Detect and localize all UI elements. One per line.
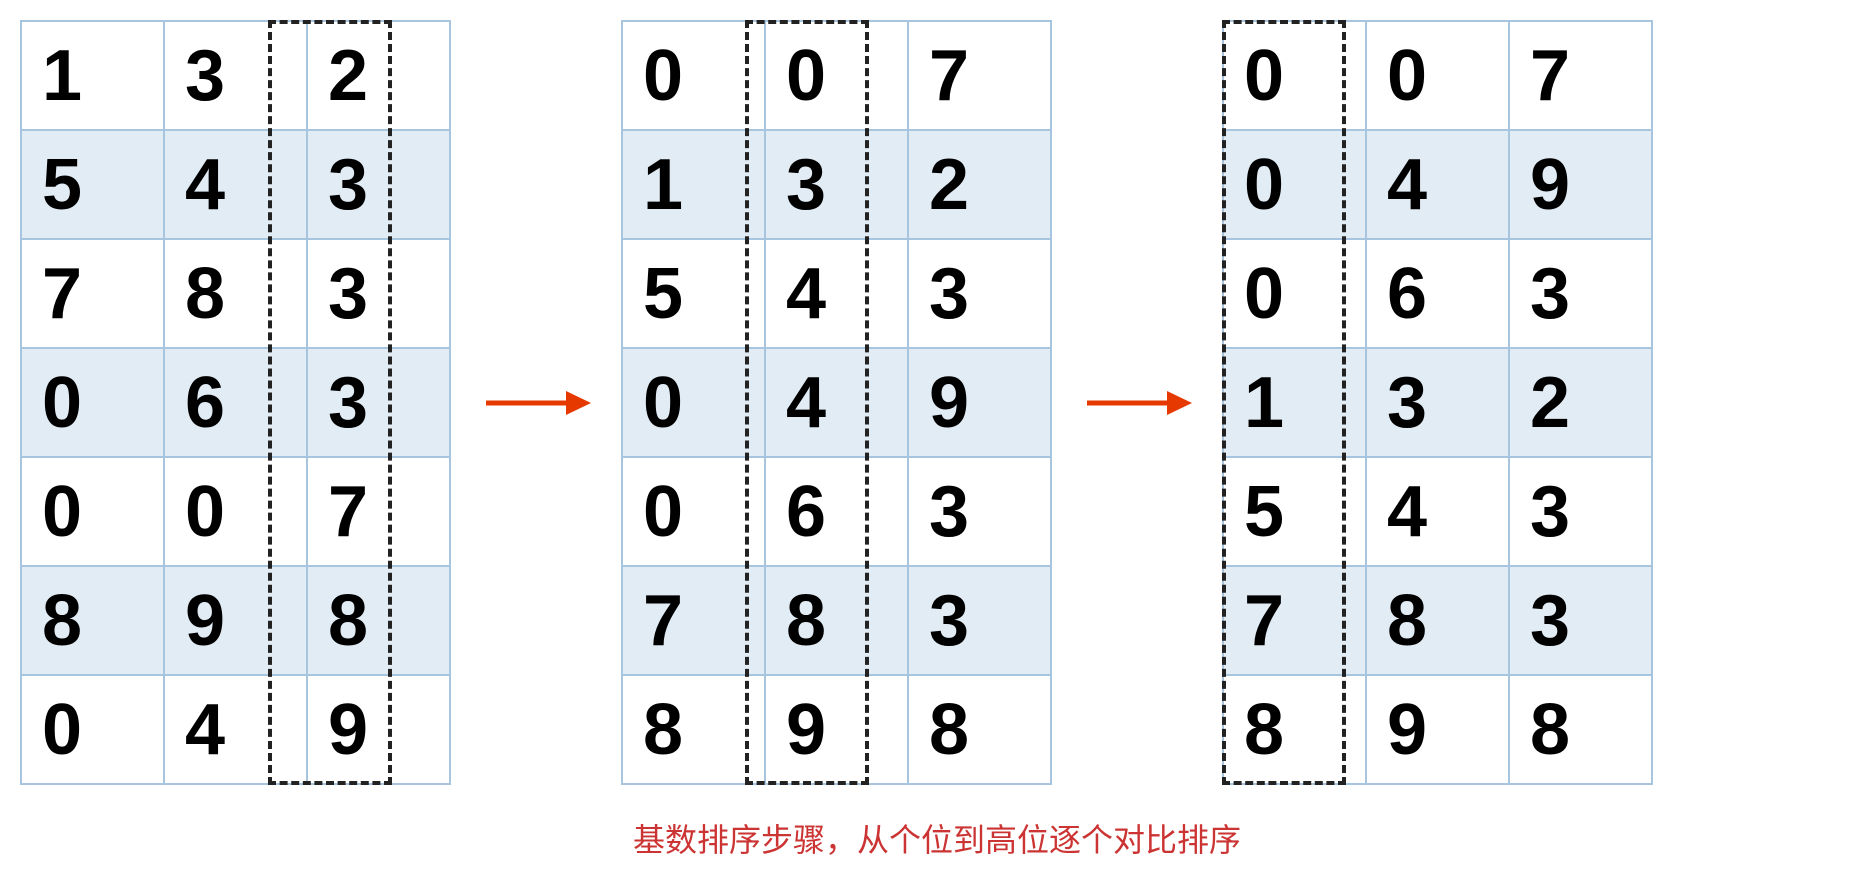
cell: 8: [765, 566, 908, 675]
table-original: 1 3 2 5 4 3 7 8 3 0 6 3 0 0 7: [20, 20, 451, 785]
cell: 8: [1509, 675, 1652, 784]
table-row: 5 4 3: [1223, 457, 1652, 566]
cell: 3: [1366, 348, 1509, 457]
table-row: 8 9 8: [622, 675, 1051, 784]
table-row: 0 4 9: [21, 675, 450, 784]
cell: 3: [765, 130, 908, 239]
table-row: 5 4 3: [21, 130, 450, 239]
table-row: 7 8 3: [1223, 566, 1652, 675]
cell: 0: [622, 457, 765, 566]
table-row: 0 0 7: [21, 457, 450, 566]
cell: 2: [908, 130, 1051, 239]
cell: 8: [908, 675, 1051, 784]
cell: 9: [307, 675, 450, 784]
table-row: 0 6 3: [21, 348, 450, 457]
cell: 0: [21, 675, 164, 784]
cell: 7: [622, 566, 765, 675]
cell: 0: [164, 457, 307, 566]
cell: 3: [908, 566, 1051, 675]
table-row: 7 8 3: [622, 566, 1051, 675]
cell: 7: [1509, 21, 1652, 130]
cell: 7: [1223, 566, 1366, 675]
cell: 0: [1223, 130, 1366, 239]
cell: 0: [21, 457, 164, 566]
cell: 9: [1366, 675, 1509, 784]
cell: 8: [622, 675, 765, 784]
table-row: 8 9 8: [1223, 675, 1652, 784]
cell: 3: [1509, 239, 1652, 348]
digits-table-1: 1 3 2 5 4 3 7 8 3 0 6 3 0 0 7: [20, 20, 451, 785]
table-row: 0 0 7: [622, 21, 1051, 130]
cell: 3: [307, 130, 450, 239]
cell: 3: [307, 348, 450, 457]
cell: 4: [1366, 130, 1509, 239]
cell: 2: [307, 21, 450, 130]
table-row: 0 4 9: [622, 348, 1051, 457]
cell: 3: [1509, 457, 1652, 566]
cell: 7: [307, 457, 450, 566]
cell: 3: [908, 457, 1051, 566]
cell: 0: [1366, 21, 1509, 130]
cell: 9: [164, 566, 307, 675]
cell: 9: [765, 675, 908, 784]
table-row: 7 8 3: [21, 239, 450, 348]
table-step2: 0 0 7 0 4 9 0 6 3 1 3 2 5 4 3: [1222, 20, 1653, 785]
cell: 3: [1509, 566, 1652, 675]
table-row: 0 6 3: [1223, 239, 1652, 348]
cell: 7: [21, 239, 164, 348]
cell: 4: [1366, 457, 1509, 566]
cell: 8: [307, 566, 450, 675]
cell: 0: [622, 21, 765, 130]
cell: 6: [765, 457, 908, 566]
caption-text: 基数排序步骤，从个位到高位逐个对比排序: [20, 815, 1854, 861]
table-row: 0 0 7: [1223, 21, 1652, 130]
cell: 1: [21, 21, 164, 130]
cell: 9: [908, 348, 1051, 457]
cell: 4: [164, 675, 307, 784]
cell: 0: [1223, 239, 1366, 348]
table-row: 1 3 2: [1223, 348, 1652, 457]
cell: 3: [164, 21, 307, 130]
cell: 1: [622, 130, 765, 239]
diagram-row: 1 3 2 5 4 3 7 8 3 0 6 3 0 0 7: [20, 20, 1854, 785]
table-row: 1 3 2: [622, 130, 1051, 239]
cell: 5: [21, 130, 164, 239]
cell: 8: [164, 239, 307, 348]
cell: 6: [164, 348, 307, 457]
table-step1: 0 0 7 1 3 2 5 4 3 0 4 9 0 6 3: [621, 20, 1052, 785]
cell: 8: [1366, 566, 1509, 675]
cell: 6: [1366, 239, 1509, 348]
cell: 5: [622, 239, 765, 348]
cell: 4: [765, 348, 908, 457]
arrow-icon: [481, 383, 591, 423]
table-row: 1 3 2: [21, 21, 450, 130]
digits-table-2: 0 0 7 1 3 2 5 4 3 0 4 9 0 6 3: [621, 20, 1052, 785]
cell: 0: [1223, 21, 1366, 130]
cell: 0: [622, 348, 765, 457]
cell: 0: [765, 21, 908, 130]
cell: 9: [1509, 130, 1652, 239]
cell: 1: [1223, 348, 1366, 457]
cell: 5: [1223, 457, 1366, 566]
cell: 3: [908, 239, 1051, 348]
digits-table-3: 0 0 7 0 4 9 0 6 3 1 3 2 5 4 3: [1222, 20, 1653, 785]
cell: 0: [21, 348, 164, 457]
cell: 8: [1223, 675, 1366, 784]
cell: 8: [21, 566, 164, 675]
cell: 4: [765, 239, 908, 348]
cell: 4: [164, 130, 307, 239]
cell: 2: [1509, 348, 1652, 457]
table-row: 0 6 3: [622, 457, 1051, 566]
arrow-icon: [1082, 383, 1192, 423]
table-row: 0 4 9: [1223, 130, 1652, 239]
cell: 7: [908, 21, 1051, 130]
cell: 3: [307, 239, 450, 348]
table-row: 5 4 3: [622, 239, 1051, 348]
table-row: 8 9 8: [21, 566, 450, 675]
